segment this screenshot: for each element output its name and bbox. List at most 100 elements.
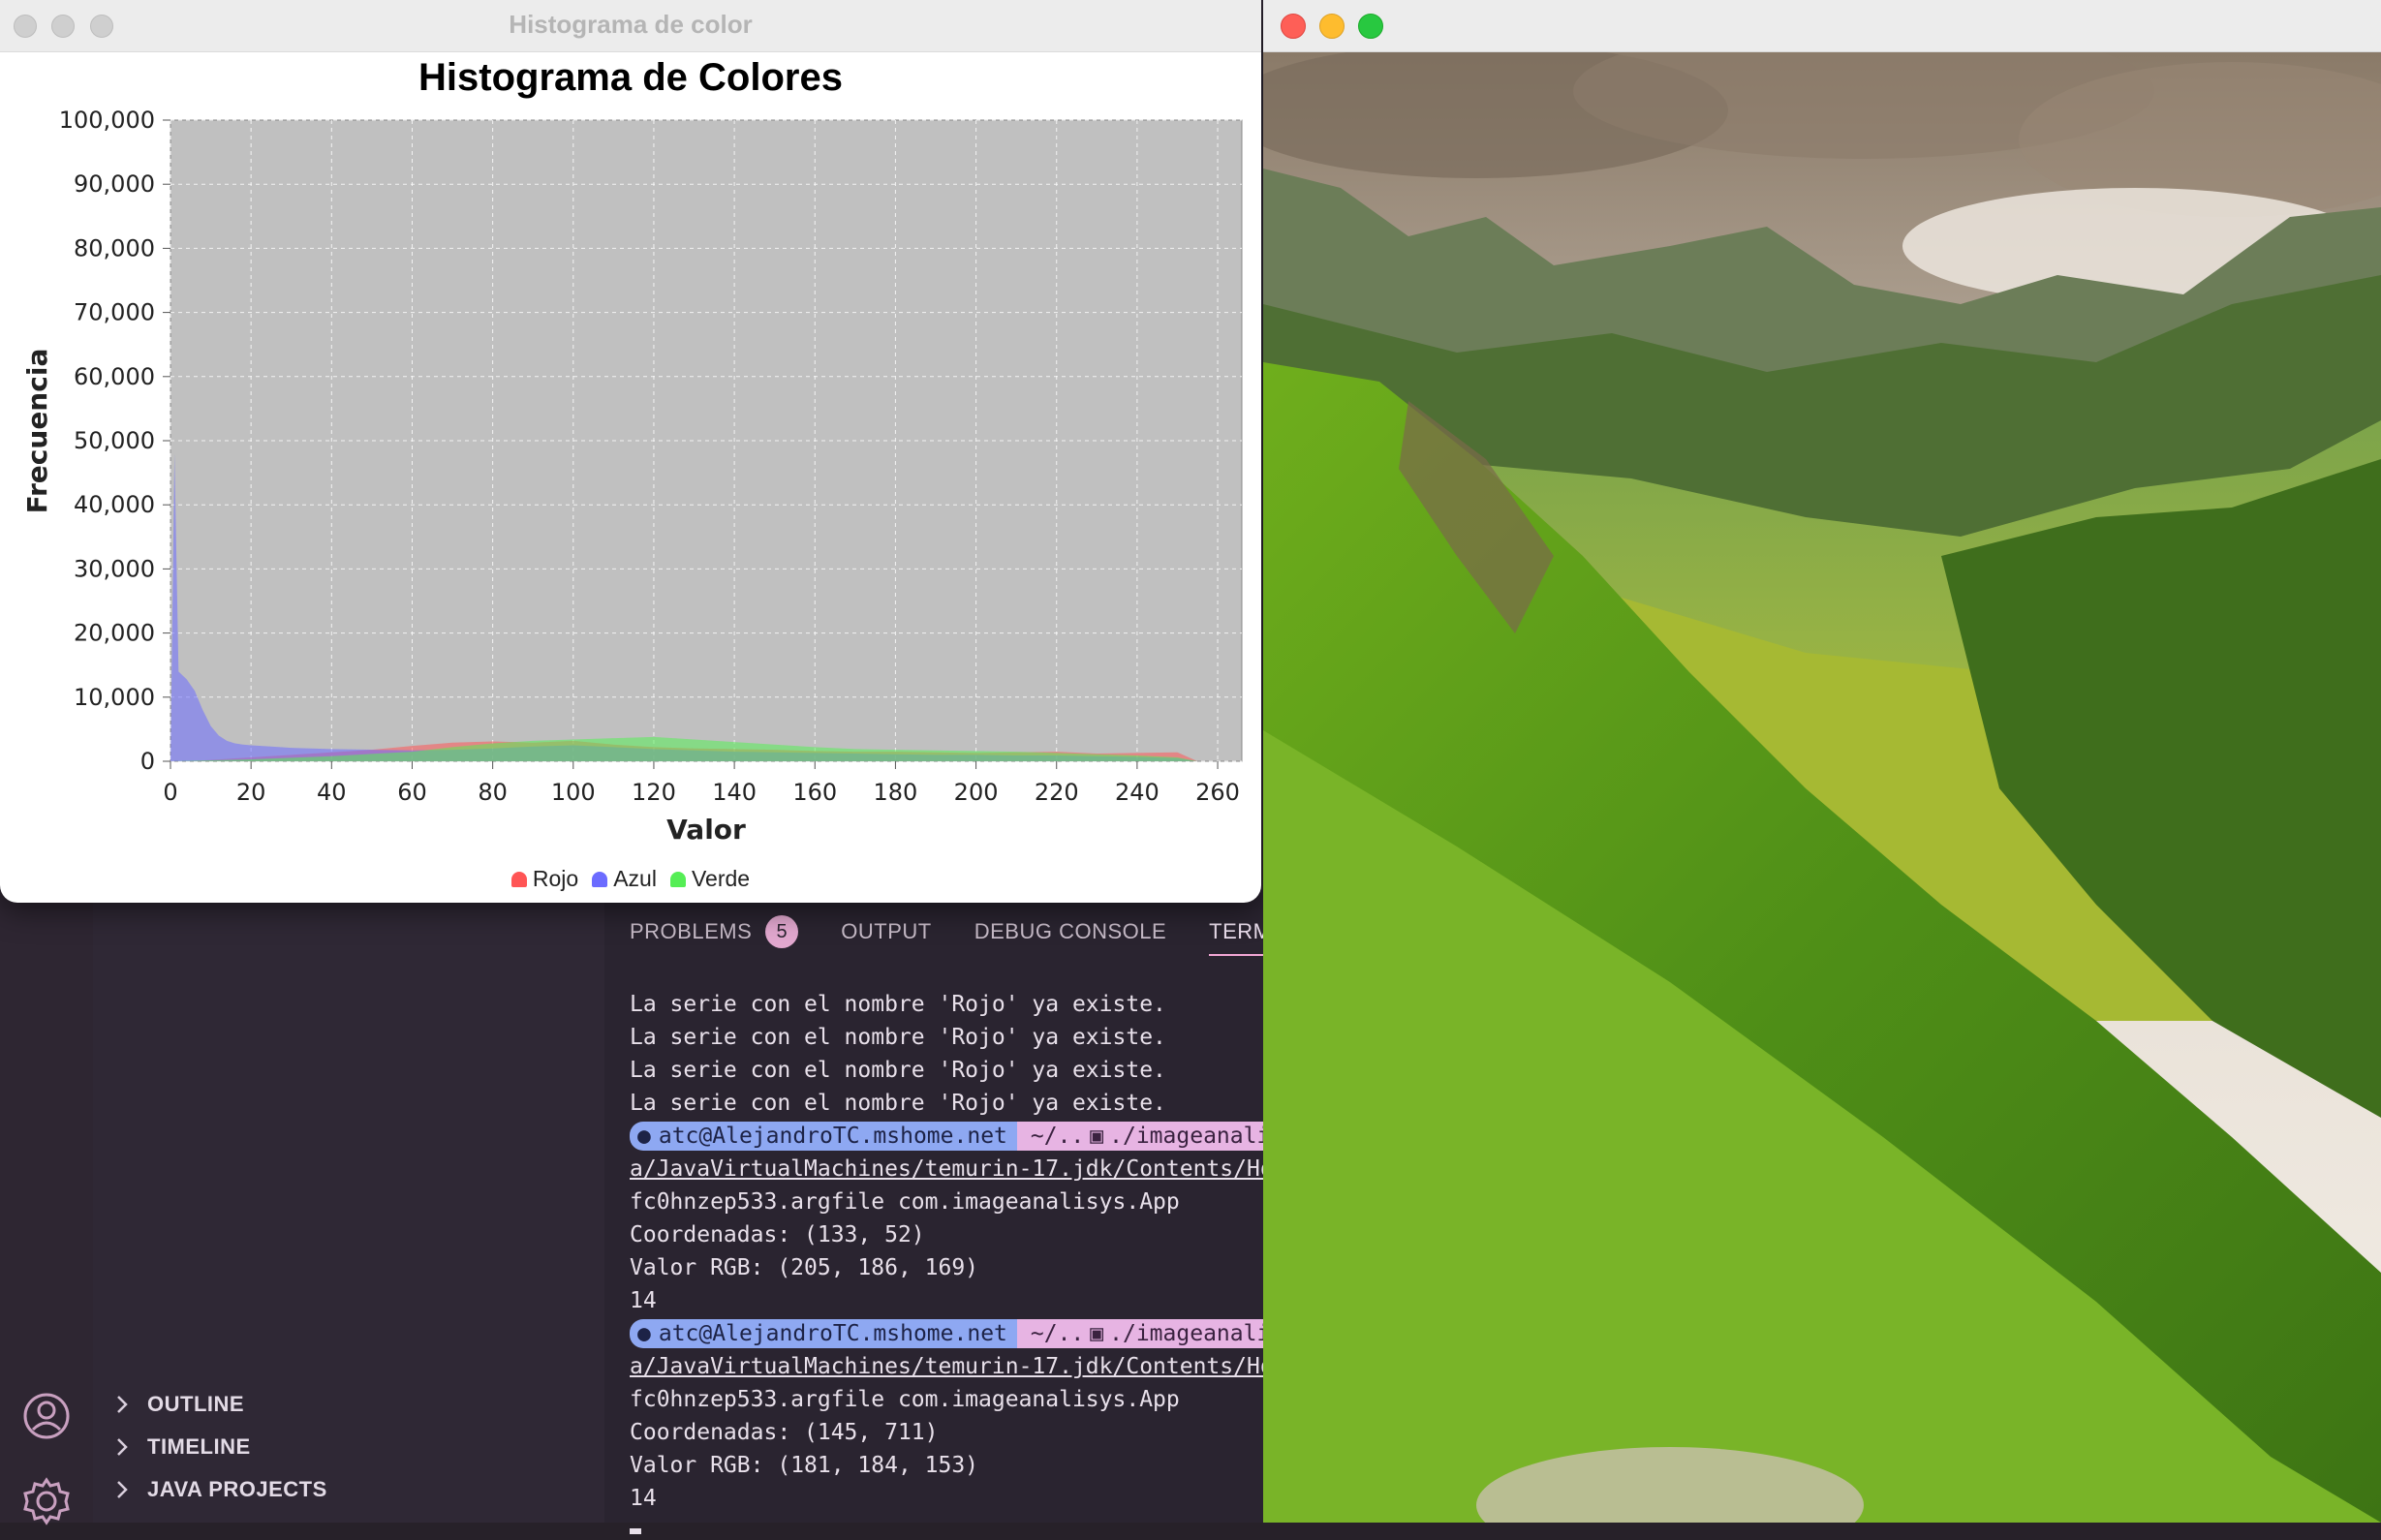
terminal-line: fc0hnzep533.argfile com.imageanalisys.Ap… <box>630 1189 1180 1215</box>
prompt-path-segment: ~/.. ▣ ./imageanalis <box>1016 1122 1294 1151</box>
terminal-line: Valor RGB: (205, 186, 169) <box>630 1255 979 1280</box>
problems-count-badge: 5 <box>765 915 799 948</box>
sidebar-section-label: OUTLINE <box>147 1392 245 1416</box>
apple-icon: ● <box>637 1124 651 1149</box>
legend-swatch <box>592 871 608 887</box>
tab-problems-label: PROBLEMS <box>630 919 753 943</box>
histogram-window: Histograma de color Histograma de Colore… <box>0 0 1261 903</box>
image-viewer-window <box>1263 0 2381 1523</box>
legend-swatch <box>669 871 686 887</box>
y-axis-label: Frecuencia <box>21 349 53 514</box>
tab-debug-console-label: DEBUG CONSOLE <box>974 919 1167 943</box>
tab-debug-console[interactable]: DEBUG CONSOLE <box>974 919 1166 944</box>
sidebar-section-outline[interactable]: OUTLINE <box>108 1387 244 1422</box>
minimize-button[interactable] <box>1319 14 1345 39</box>
x-tick-label: 0 <box>163 779 177 806</box>
prompt-path-segment: ~/.. ▣ ./imageanalis <box>1016 1319 1294 1348</box>
legend-item-verde: Verde <box>669 866 751 892</box>
y-tick-label: 40,000 <box>74 491 155 518</box>
tab-output-label: OUTPUT <box>841 919 932 943</box>
x-tick-label: 80 <box>478 779 508 806</box>
y-tick-label: 0 <box>140 748 155 775</box>
chevron-right-icon <box>117 1481 128 1498</box>
terminal-line: Coordenadas: (145, 711) <box>630 1420 939 1445</box>
sidebar-section-label: TIMELINE <box>147 1434 251 1459</box>
terminal-line: La serie con el nombre 'Rojo' ya existe. <box>630 992 1166 1017</box>
chevron-right-icon <box>117 1396 128 1413</box>
terminal-line: La serie con el nombre 'Rojo' ya existe. <box>630 1058 1166 1083</box>
histogram-chart: 0 10,000 20,000 30,000 40,000 50,000 60,000 70,… <box>21 107 1243 846</box>
tab-problems[interactable]: PROBLEMS 5 <box>630 915 799 948</box>
sidebar-section-timeline[interactable]: TIMELINE <box>108 1430 251 1464</box>
x-tick-label: 240 <box>1115 779 1160 806</box>
x-tick-label: 120 <box>632 779 676 806</box>
y-tick-label: 90,000 <box>74 170 155 198</box>
legend-item-azul: Azul <box>592 866 657 892</box>
image-titlebar[interactable] <box>1263 0 2381 52</box>
sidebar-section-label: JAVA PROJECTS <box>147 1477 327 1501</box>
x-tick-label: 40 <box>317 779 347 806</box>
x-tick-label: 20 <box>236 779 266 806</box>
prompt-path: ~/.. <box>1030 1321 1085 1346</box>
prompt-user-segment: ● atc@AlejandroTC.mshome.net <box>630 1319 1017 1348</box>
maximize-button[interactable] <box>1358 14 1383 39</box>
legend-swatch <box>510 871 527 887</box>
terminal-line: fc0hnzep533.argfile com.imageanalisys.Ap… <box>630 1387 1180 1412</box>
terminal-line: Valor RGB: (181, 184, 153) <box>630 1453 979 1478</box>
chart-legend: Rojo Azul Verde <box>0 866 1261 892</box>
y-tick-label: 100,000 <box>59 107 155 134</box>
apple-icon: ● <box>637 1321 651 1346</box>
y-tick-label: 80,000 <box>74 234 155 262</box>
terminal-line: 14 <box>630 1288 657 1313</box>
x-tick-label: 220 <box>1035 779 1079 806</box>
terminal-line[interactable]: a/JavaVirtualMachines/temurin-17.jdk/Con… <box>630 1350 1288 1383</box>
terminal-line[interactable]: a/JavaVirtualMachines/temurin-17.jdk/Con… <box>630 1153 1288 1186</box>
tab-terminal-label: TERM <box>1209 919 1272 943</box>
folder-icon: ▣ <box>1090 1321 1104 1346</box>
x-tick-label: 100 <box>551 779 596 806</box>
terminal-line: 14 <box>630 1486 657 1511</box>
gear-icon[interactable] <box>21 1476 72 1526</box>
legend-label: Azul <box>613 866 657 891</box>
prompt-dir: ./imageanalis <box>1109 1124 1284 1149</box>
x-tick-label: 160 <box>792 779 837 806</box>
sidebar-section-java-projects[interactable]: JAVA PROJECTS <box>108 1472 327 1507</box>
prompt-dir: ./imageanalis <box>1109 1321 1284 1346</box>
terminal-line: La serie con el nombre 'Rojo' ya existe. <box>630 1091 1166 1116</box>
prompt-user: atc@AlejandroTC.mshome.net <box>658 1321 1007 1346</box>
y-tick-label: 70,000 <box>74 299 155 326</box>
activity-bar <box>0 891 93 1526</box>
y-tick-label: 20,000 <box>74 620 155 647</box>
legend-item-rojo: Rojo <box>510 866 579 892</box>
terminal-line: Coordenadas: (133, 52) <box>630 1222 925 1247</box>
panel-tabs: PROBLEMS 5 OUTPUT DEBUG CONSOLE TERM <box>630 910 1312 956</box>
y-tick-label: 30,000 <box>74 555 155 582</box>
prompt-path: ~/.. <box>1030 1124 1085 1149</box>
chevron-right-icon <box>117 1438 128 1456</box>
y-tick-label: 10,000 <box>74 684 155 711</box>
tab-terminal[interactable]: TERM <box>1209 919 1312 956</box>
x-tick-label: 180 <box>874 779 918 806</box>
bottom-panel: PROBLEMS 5 OUTPUT DEBUG CONSOLE TERM La … <box>604 891 1312 1534</box>
x-axis-label: Valor <box>666 814 746 846</box>
y-tick-label: 60,000 <box>74 363 155 390</box>
legend-label: Rojo <box>532 866 579 891</box>
sidebar: OUTLINE TIMELINE JAVA PROJECTS <box>93 891 604 1523</box>
x-tick-label: 260 <box>1195 779 1240 806</box>
terminal-line: La serie con el nombre 'Rojo' ya existe. <box>630 1025 1166 1050</box>
legend-label: Verde <box>691 866 751 891</box>
prompt-user-segment: ● atc@AlejandroTC.mshome.net <box>630 1122 1017 1151</box>
accounts-icon[interactable] <box>21 1391 72 1441</box>
tab-output[interactable]: OUTPUT <box>841 919 931 944</box>
landscape-image[interactable] <box>1263 52 2381 1523</box>
terminal-cursor <box>630 1515 1288 1540</box>
terminal-prompt: ● atc@AlejandroTC.mshome.net ~/.. ▣ ./im… <box>630 1122 1294 1151</box>
x-tick-label: 60 <box>397 779 427 806</box>
x-tick-label: 140 <box>712 779 757 806</box>
folder-icon: ▣ <box>1090 1124 1104 1149</box>
terminal-output[interactable]: La serie con el nombre 'Rojo' ya existe.… <box>630 988 1294 1540</box>
close-button[interactable] <box>1281 14 1306 39</box>
terminal-prompt: ● atc@AlejandroTC.mshome.net ~/.. ▣ ./im… <box>630 1319 1294 1348</box>
x-tick-label: 200 <box>954 779 999 806</box>
y-tick-label: 50,000 <box>74 427 155 454</box>
